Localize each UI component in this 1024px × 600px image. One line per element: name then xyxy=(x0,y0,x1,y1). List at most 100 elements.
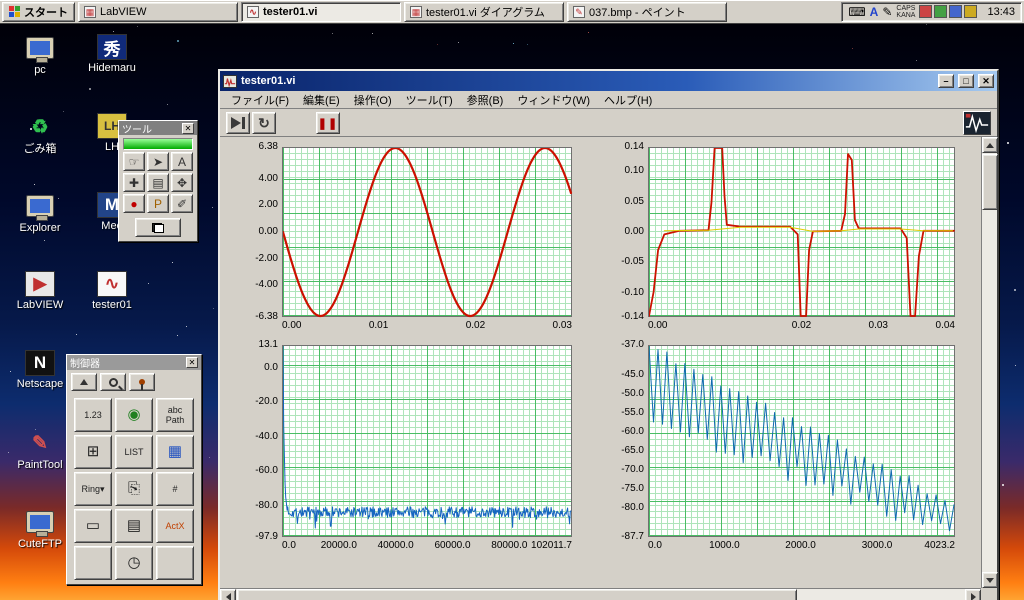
ime-pen-icon[interactable]: ✎ xyxy=(882,6,892,18)
window-titlebar[interactable]: tester01.vi – □ ✕ xyxy=(220,71,997,91)
select-control[interactable]: ◷ xyxy=(115,546,153,580)
menu-item-4[interactable]: ツール(T) xyxy=(399,90,460,110)
operate-value-tool[interactable]: ☞ xyxy=(123,152,145,171)
blank-cell-2[interactable] xyxy=(156,546,194,580)
minimize-button[interactable]: – xyxy=(938,74,954,88)
string-path-control[interactable]: abc Path xyxy=(156,398,194,432)
star xyxy=(112,31,114,33)
list-table-control[interactable]: LIST xyxy=(115,435,153,469)
wire-tool[interactable]: ✚ xyxy=(123,173,145,192)
desktop-icon-ごみ箱[interactable]: ♻ ごみ箱 xyxy=(8,113,72,156)
refnum-control[interactable]: ⎘ xyxy=(115,472,153,506)
scroll-up-icon[interactable] xyxy=(982,137,998,153)
scroll-right-icon[interactable] xyxy=(965,589,981,600)
tray-app-display-icon[interactable] xyxy=(949,5,963,18)
desktop-icon-CuteFTP[interactable]: CuteFTP xyxy=(8,508,72,550)
start-button[interactable]: スタート xyxy=(2,1,75,22)
tools-palette-titlebar[interactable]: ツール ✕ xyxy=(119,121,197,136)
decorations-control[interactable]: ▭ xyxy=(74,509,112,543)
tray-app-ime-icon[interactable] xyxy=(934,5,948,18)
resize-corner[interactable] xyxy=(981,588,997,600)
desktop-icon-tester01[interactable]: ∿ tester01 xyxy=(80,271,144,311)
desktop-icon-pc[interactable]: pc xyxy=(8,34,72,76)
graph-plot-1 xyxy=(282,147,573,318)
desktop-icon-Hidemaru[interactable]: 秀 Hidemaru xyxy=(80,34,144,74)
desktop-icon-label: Explorer xyxy=(19,222,61,234)
run-button[interactable] xyxy=(226,112,250,134)
search-icon[interactable] xyxy=(100,373,126,391)
tray-clock: 13:43 xyxy=(987,5,1015,18)
controls-palette-close-icon[interactable]: ✕ xyxy=(186,357,198,368)
keyboard-icon[interactable]: ⌨ xyxy=(848,6,865,18)
ime-mode-icon[interactable]: A xyxy=(870,6,879,18)
task-label: 037.bmp - ペイント xyxy=(589,6,686,19)
y-tick-label: -75.0 xyxy=(621,483,644,494)
desktop-icon-PaintTool[interactable]: ✎ PaintTool xyxy=(8,429,72,472)
breakpoint-tool[interactable]: ● xyxy=(123,194,145,213)
menu-item-6[interactable]: ウィンドウ(W) xyxy=(510,90,597,110)
star xyxy=(372,33,374,35)
auto-tool-bar[interactable] xyxy=(123,138,193,150)
taskbar-task-1[interactable]: ▦ LabVIEW xyxy=(78,1,238,22)
blank-cell[interactable] xyxy=(74,546,112,580)
scroll-down-icon[interactable] xyxy=(982,572,998,588)
numeric-control[interactable]: 1.23 xyxy=(74,398,112,432)
menu-item-5[interactable]: 参照(B) xyxy=(460,90,511,110)
classic-control[interactable]: ▤ xyxy=(115,509,153,543)
scroll-tool[interactable]: ✥ xyxy=(171,173,193,192)
star xyxy=(176,40,179,43)
horizontal-scrollbar[interactable] xyxy=(220,588,981,600)
pin-icon[interactable] xyxy=(129,373,155,391)
start-label: スタート xyxy=(24,6,68,19)
color-copy-tool[interactable]: ✐ xyxy=(171,194,193,213)
PaintTool-icon: ✎ xyxy=(32,432,48,454)
y-tick-label: -97.9 xyxy=(255,531,278,542)
menu-item-3[interactable]: 操作(O) xyxy=(347,90,399,110)
array-cluster-control[interactable]: ⊞ xyxy=(74,435,112,469)
object-menu-tool[interactable]: ▤ xyxy=(147,173,169,192)
toolbar: ↻ ❚❚ xyxy=(220,109,997,137)
task-label: tester01.vi xyxy=(263,5,318,18)
star xyxy=(33,184,35,186)
position-select-tool[interactable]: ➤ xyxy=(147,152,169,171)
close-button[interactable]: ✕ xyxy=(978,74,994,88)
probe-tool[interactable]: P xyxy=(147,194,169,213)
vertical-scrollbar[interactable] xyxy=(981,137,998,588)
boolean-control[interactable]: ◉ xyxy=(115,398,153,432)
x-tick-label: 60000.0 xyxy=(434,540,471,551)
ring-enum-control[interactable]: Ring▾ xyxy=(74,472,112,506)
maximize-button[interactable]: □ xyxy=(958,74,974,88)
menu-item-1[interactable]: ファイル(F) xyxy=(224,90,296,110)
tray-app-volume-icon[interactable] xyxy=(964,5,978,18)
tools-palette-title: ツール xyxy=(122,124,152,136)
desktop-icon-LabVIEW[interactable]: ▶ LabVIEW xyxy=(8,271,72,311)
tools-palette-close-icon[interactable]: ✕ xyxy=(182,122,194,134)
vertical-scroll-thumb[interactable] xyxy=(982,154,998,210)
windows-flag-icon xyxy=(9,5,21,18)
menu-item-7[interactable]: ヘルプ(H) xyxy=(597,90,659,110)
run-continuous-button[interactable]: ↻ xyxy=(252,112,276,134)
taskbar-task-4[interactable]: ✎ 037.bmp - ペイント xyxy=(567,1,727,22)
star xyxy=(1014,365,1016,367)
activex-control[interactable]: ActX xyxy=(156,509,194,543)
tray-app-users-icon[interactable] xyxy=(919,5,933,18)
controls-palette-titlebar[interactable]: 制御器 ✕ xyxy=(67,355,201,370)
taskbar-task-3[interactable]: ▦ tester01.vi ダイアグラム xyxy=(404,1,564,22)
x-tick-label: 20000.0 xyxy=(320,540,357,551)
graph-control[interactable]: ▦ xyxy=(156,435,194,469)
panel-area: 6.38 4.00 2.00 0.00 -2.00 -4.00 -6.38 0.00 0.01 0… xyxy=(220,137,997,600)
pause-button[interactable]: ❚❚ xyxy=(316,112,340,134)
horizontal-scroll-thumb[interactable] xyxy=(237,589,797,600)
scroll-left-icon[interactable] xyxy=(220,589,236,600)
menu-item-2[interactable]: 編集(E) xyxy=(296,90,347,110)
taskbar-task-2[interactable]: ∿ tester01.vi xyxy=(241,1,401,22)
color-tool[interactable] xyxy=(135,218,181,237)
desktop-icon-Explorer[interactable]: Explorer xyxy=(8,192,72,234)
y-tick-label: -37.0 xyxy=(621,339,644,350)
number-control[interactable]: # xyxy=(156,472,194,506)
taskbar-tasks: ▦ LabVIEW ∿ tester01.vi ▦ tester01.vi ダイアグラム ✎… xyxy=(78,1,727,22)
palette-up-icon[interactable] xyxy=(71,373,97,391)
edit-text-tool[interactable]: A xyxy=(171,152,193,171)
desktop-icon-Netscape[interactable]: N Netscape xyxy=(8,350,72,390)
tools-grid: ☞ ➤ A ✚ ▤ ✥ ● P ✐ xyxy=(119,135,197,216)
